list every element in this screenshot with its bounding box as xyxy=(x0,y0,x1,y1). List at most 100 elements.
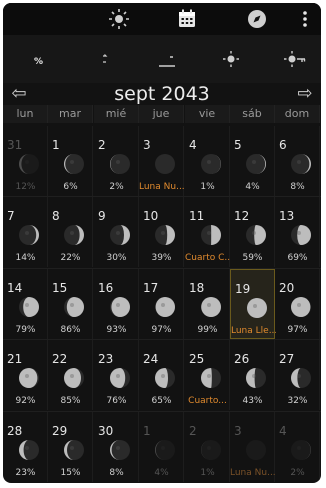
day-cell[interactable]: 24 65% xyxy=(139,340,184,410)
sun-rise-icon[interactable] xyxy=(219,47,243,71)
weekday-label: dom xyxy=(275,105,320,123)
moon-icon[interactable] xyxy=(39,7,63,31)
more-vert-icon[interactable] xyxy=(299,7,311,31)
day-cell[interactable]: 11 Cuarto C... xyxy=(185,197,230,267)
day-number: 3 xyxy=(234,424,242,438)
moon-phase-icon xyxy=(110,297,130,317)
day-number: 22 xyxy=(52,352,68,366)
day-cell-selected[interactable]: 19 Luna Lle... xyxy=(230,269,276,339)
row-divider xyxy=(3,411,321,412)
day-number: 27 xyxy=(279,352,295,366)
moon-phase-icon xyxy=(155,440,175,460)
moon-phase-icon xyxy=(19,225,39,245)
top-toolbar xyxy=(3,3,321,35)
moon-percent-icon[interactable]: % xyxy=(23,47,47,71)
day-cell[interactable]: 16 93% xyxy=(94,269,139,339)
illumination-percent: 86% xyxy=(60,325,81,335)
moon-phase-icon xyxy=(201,225,221,245)
day-cell[interactable]: 26 43% xyxy=(230,340,275,410)
phase-event-label: Luna Nu... xyxy=(139,182,184,192)
day-cell[interactable]: 9 30% xyxy=(94,197,139,267)
day-cell[interactable]: 4 1% xyxy=(185,126,230,196)
day-number: 1 xyxy=(143,424,151,438)
day-number: 10 xyxy=(143,209,159,223)
phase-event-label: Cuarto... xyxy=(188,396,227,406)
illumination-percent: 92% xyxy=(15,396,36,406)
arrow-right-icon[interactable]: ⇨ xyxy=(295,83,315,105)
day-number: 15 xyxy=(52,281,68,295)
day-cell[interactable]: 2 2% xyxy=(94,126,139,196)
day-number: 2 xyxy=(189,424,197,438)
illumination-percent: 85% xyxy=(60,396,81,406)
illumination-percent: 6% xyxy=(63,182,78,192)
moon-phase-icon xyxy=(110,368,130,388)
arrow-left-icon[interactable]: ⇦ xyxy=(9,83,29,105)
moon-phase-icon xyxy=(201,297,221,317)
day-cell[interactable]: 28 23% xyxy=(3,412,48,482)
moon-phase-icon xyxy=(64,154,84,174)
day-number: 5 xyxy=(234,138,242,152)
day-cell[interactable]: 3 Luna Nu... xyxy=(139,126,184,196)
day-cell[interactable]: 12 59% xyxy=(230,197,275,267)
day-cell[interactable]: 8 22% xyxy=(48,197,93,267)
moon-phase-icon xyxy=(246,154,266,174)
day-cell[interactable]: 29 15% xyxy=(48,412,93,482)
month-header: ⇦ sept 2043 ⇨ xyxy=(3,83,321,105)
day-cell[interactable]: 2 1% xyxy=(185,412,230,482)
day-cell[interactable]: 17 97% xyxy=(139,269,184,339)
illumination-percent: 15% xyxy=(60,468,81,478)
day-cell[interactable]: 15 86% xyxy=(48,269,93,339)
illumination-percent: 79% xyxy=(15,325,36,335)
moon-phase-icon xyxy=(201,440,221,460)
day-cell[interactable]: 18 99% xyxy=(185,269,230,339)
illumination-percent: 69% xyxy=(287,253,308,263)
day-number: 4 xyxy=(279,424,287,438)
moon-phase-icon xyxy=(155,154,175,174)
moon-cycle-icon[interactable] xyxy=(91,47,115,71)
day-cell[interactable]: 7 14% xyxy=(3,197,48,267)
illumination-percent: 76% xyxy=(106,396,127,406)
day-cell[interactable]: 30 8% xyxy=(94,412,139,482)
day-cell[interactable]: 20 97% xyxy=(275,269,320,339)
weekday-label: mar xyxy=(48,105,93,123)
day-cell[interactable]: 1 6% xyxy=(48,126,93,196)
day-number: 18 xyxy=(189,281,205,295)
illumination-percent: 93% xyxy=(106,325,127,335)
day-cell[interactable]: 13 69% xyxy=(275,197,320,267)
day-cell[interactable]: 1 4% xyxy=(139,412,184,482)
illumination-percent: 2% xyxy=(109,182,124,192)
day-cell[interactable]: 22 85% xyxy=(48,340,93,410)
phase-event-label: Luna Lle... xyxy=(231,326,276,336)
row-divider xyxy=(3,268,321,269)
moon-phase-icon xyxy=(64,440,84,460)
day-cell[interactable]: 6 8% xyxy=(275,126,320,196)
day-cell[interactable]: 31 12% xyxy=(3,126,48,196)
day-cell[interactable]: 10 39% xyxy=(139,197,184,267)
day-cell[interactable]: 14 79% xyxy=(3,269,48,339)
day-cell[interactable]: 21 92% xyxy=(3,340,48,410)
day-number: 19 xyxy=(235,282,251,296)
illumination-percent: 12% xyxy=(15,182,36,192)
weekday-label: sáb xyxy=(230,105,275,123)
day-cell[interactable]: 4 2% xyxy=(275,412,320,482)
day-number: 8 xyxy=(52,209,60,223)
moon-phase-icon xyxy=(110,225,130,245)
moon-phase-icon xyxy=(110,440,130,460)
compass-icon[interactable] xyxy=(245,7,269,31)
day-cell[interactable]: 3 Luna Nu... xyxy=(230,412,275,482)
moonrise-icon[interactable] xyxy=(155,47,179,71)
sun-icon[interactable] xyxy=(107,7,131,31)
phase-event-label: Luna Nu... xyxy=(230,468,275,478)
day-cell[interactable]: 23 76% xyxy=(94,340,139,410)
illumination-percent: 43% xyxy=(242,396,263,406)
sun-key-icon[interactable] xyxy=(283,47,307,71)
phase-event-label: Cuarto C... xyxy=(185,253,230,263)
day-cell[interactable]: 5 4% xyxy=(230,126,275,196)
day-number: 1 xyxy=(52,138,60,152)
calendar-icon[interactable] xyxy=(175,7,199,31)
day-cell[interactable]: 27 32% xyxy=(275,340,320,410)
day-cell[interactable]: 25 Cuarto... xyxy=(185,340,230,410)
day-number: 28 xyxy=(7,424,23,438)
illumination-percent: 59% xyxy=(242,253,263,263)
moon-phase-icon xyxy=(19,368,39,388)
